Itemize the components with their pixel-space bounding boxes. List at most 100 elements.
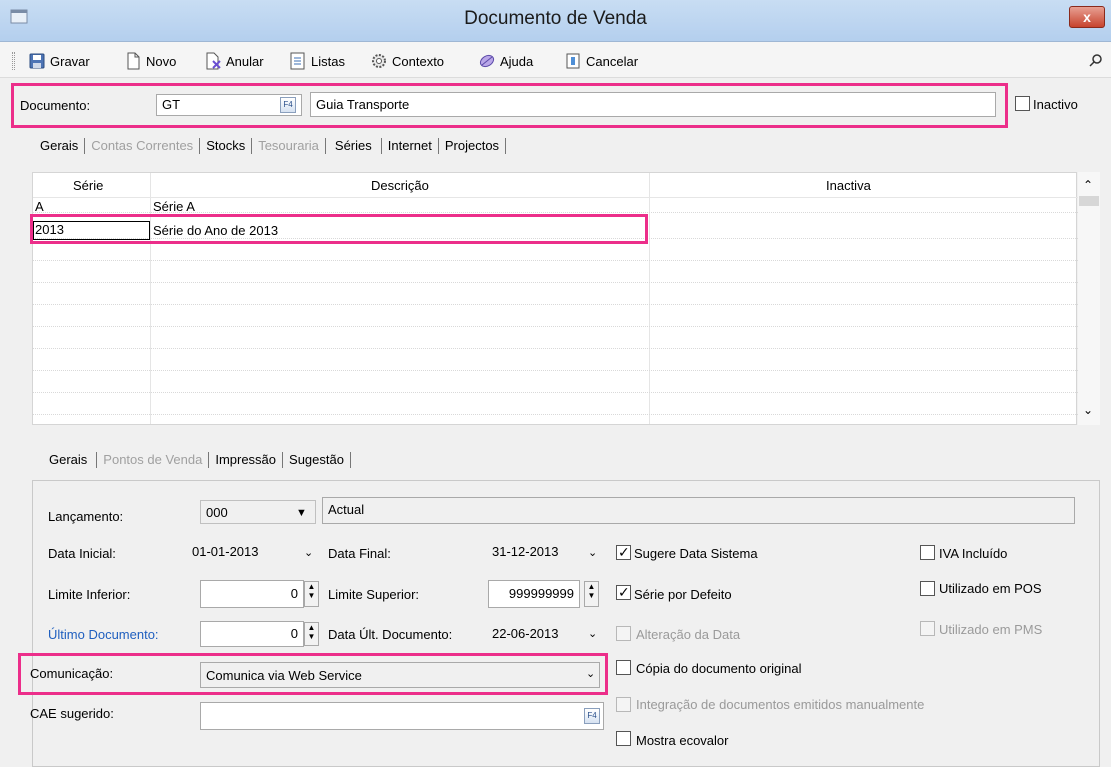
header-inactiva[interactable]: Inactiva — [826, 178, 871, 193]
chevron-down-icon[interactable]: ▼ — [296, 507, 307, 519]
scroll-up-icon[interactable]: ⌃ — [1083, 178, 1093, 192]
utilizado-pms-checkbox[interactable] — [920, 621, 935, 636]
data-final-label: Data Final: — [328, 546, 391, 561]
utilizado-pms-label: Utilizado em PMS — [939, 622, 1043, 637]
mostra-ecovalor-label: Mostra ecovalor — [636, 733, 729, 748]
empty-row — [33, 244, 1078, 261]
tab-stocks[interactable]: Stocks — [200, 138, 253, 154]
subtab-gerais[interactable]: Gerais — [40, 452, 98, 468]
documento-label: Documento: — [20, 98, 91, 113]
anular-label: Anular — [226, 53, 264, 69]
comunicacao-select[interactable]: Comunica via Web Service — [200, 662, 600, 688]
checkmark-icon: ✓ — [618, 544, 630, 560]
header-serie[interactable]: Série — [73, 178, 103, 193]
documento-lookup-icon[interactable]: F4 — [280, 97, 296, 113]
tab-tesouraria[interactable]: Tesouraria — [252, 138, 326, 154]
tab-contas-correntes[interactable]: Contas Correntes — [85, 138, 201, 154]
row-2013-highlight — [30, 214, 648, 244]
subtab-impressao[interactable]: Impressão — [209, 452, 284, 468]
tab-series[interactable]: Séries — [326, 138, 381, 154]
chevron-down-icon[interactable]: ⌄ — [586, 667, 595, 680]
empty-row — [33, 266, 1078, 283]
listas-button[interactable]: Listas — [289, 51, 345, 71]
inactivo-label: Inactivo — [1033, 97, 1078, 112]
scroll-down-icon[interactable]: ⌄ — [1083, 403, 1093, 417]
tab-projectos[interactable]: Projectos — [439, 138, 507, 154]
gravar-label: Gravar — [50, 53, 90, 69]
limite-inferior-input[interactable]: 0 — [200, 580, 304, 608]
data-inicial-label: Data Inicial: — [48, 546, 116, 561]
integracao-label: Integração de documentos emitidos manual… — [636, 697, 925, 712]
chevron-down-icon[interactable]: ⌄ — [304, 546, 313, 559]
empty-row — [33, 310, 1078, 327]
search-icon[interactable] — [1089, 53, 1103, 67]
copia-original-label: Cópia do documento original — [636, 661, 802, 676]
iva-incluido-label: IVA Incluído — [939, 546, 1008, 561]
window-title: Documento de Venda — [464, 8, 647, 29]
serie-defeito-label: Série por Defeito — [634, 587, 732, 602]
utilizado-pos-checkbox[interactable] — [920, 581, 935, 596]
cancelar-button[interactable]: Cancelar — [564, 51, 638, 71]
subtab-sugestao[interactable]: Sugestão — [283, 452, 351, 468]
utilizado-pos-label: Utilizado em POS — [939, 581, 1042, 596]
cancel-document-icon — [206, 52, 221, 70]
limite-superior-input[interactable]: 999999999 — [488, 580, 580, 608]
limite-superior-label: Limite Superior: — [328, 587, 420, 602]
empty-row — [33, 332, 1078, 349]
novo-button[interactable]: Novo — [124, 51, 176, 71]
table-row[interactable]: A Série A — [33, 199, 1078, 213]
empty-row — [33, 288, 1078, 305]
alteracao-data-checkbox[interactable] — [616, 626, 631, 641]
tab-gerais[interactable]: Gerais — [34, 138, 86, 154]
sugere-data-checkbox[interactable]: ✓ — [616, 544, 631, 560]
scroll-thumb[interactable] — [1079, 196, 1099, 206]
series-grid[interactable]: Série Descrição Inactiva A Série A 2013 … — [32, 172, 1078, 425]
chevron-down-icon[interactable]: ⌄ — [588, 546, 597, 559]
grid-scrollbar[interactable]: ⌃ ⌄ — [1078, 172, 1100, 425]
cae-sugerido-input[interactable] — [200, 702, 604, 730]
contexto-label: Contexto — [392, 53, 445, 69]
cancelar-label: Cancelar — [586, 53, 639, 69]
exit-icon — [566, 53, 580, 69]
empty-row — [33, 354, 1078, 371]
toolbar: Gravar Novo Anular Listas Contexto Ajuda… — [0, 42, 1111, 78]
ajuda-label: Ajuda — [500, 53, 534, 69]
copia-original-checkbox[interactable] — [616, 660, 631, 675]
lancamento-description: Actual — [322, 497, 1075, 524]
cell-serie: A — [35, 199, 44, 213]
toolbar-grip — [12, 52, 15, 70]
alteracao-data-label: Alteração da Data — [636, 627, 741, 642]
ultimo-documento-stepper[interactable]: ▲ ▼ — [304, 622, 319, 646]
sugere-data-label: Sugere Data Sistema — [634, 546, 758, 561]
title-bar: Documento de Venda x — [0, 0, 1111, 42]
header-descricao[interactable]: Descrição — [371, 178, 429, 193]
ultimo-documento-input[interactable]: 0 — [200, 621, 304, 647]
sub-tabs: Gerais Pontos de Venda Impressão Sugestã… — [40, 452, 351, 468]
documento-description-input[interactable]: Guia Transporte — [310, 92, 996, 117]
limite-inferior-label: Limite Inferior: — [48, 587, 131, 602]
serie-defeito-checkbox[interactable]: ✓ — [616, 584, 631, 600]
iva-incluido-checkbox[interactable] — [920, 545, 935, 560]
subtab-pontos-venda[interactable]: Pontos de Venda — [97, 452, 210, 468]
inactivo-checkbox[interactable] — [1015, 96, 1030, 111]
contexto-button[interactable]: Contexto — [370, 51, 444, 71]
anular-button[interactable]: Anular — [204, 51, 264, 71]
ultimo-documento-label[interactable]: Último Documento: — [48, 627, 159, 642]
listas-label: Listas — [311, 53, 345, 69]
save-icon — [29, 53, 45, 69]
gravar-button[interactable]: Gravar — [28, 51, 90, 71]
chevron-down-icon[interactable]: ⌄ — [588, 627, 597, 640]
integracao-checkbox[interactable] — [616, 697, 631, 712]
data-inicial-picker[interactable]: 01-01-2013 — [186, 540, 320, 564]
help-icon — [479, 54, 495, 68]
tab-internet[interactable]: Internet — [380, 138, 439, 154]
limite-inferior-stepper[interactable]: ▲ ▼ — [304, 581, 319, 607]
close-button[interactable]: x — [1069, 6, 1105, 28]
ajuda-button[interactable]: Ajuda — [478, 51, 533, 71]
mostra-ecovalor-checkbox[interactable] — [616, 731, 631, 746]
limite-superior-stepper[interactable]: ▲ ▼ — [584, 581, 599, 607]
new-document-icon — [127, 52, 140, 70]
novo-label: Novo — [146, 53, 177, 69]
cae-lookup-icon[interactable]: F4 — [584, 708, 600, 724]
list-icon — [290, 52, 305, 70]
